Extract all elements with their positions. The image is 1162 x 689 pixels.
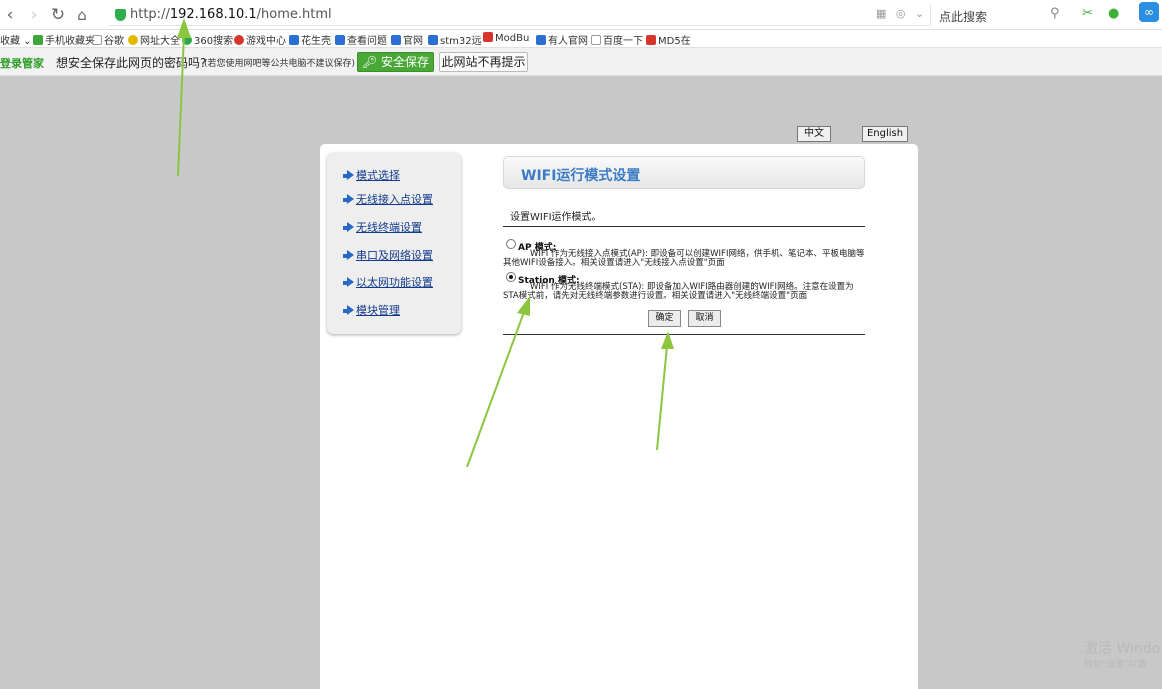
- person-icon: [391, 35, 401, 45]
- password-save-bar: 登录管家 想安全保存此网页的密码吗? (若您使用网吧等公共电脑不建议保存) 🔑︎…: [0, 48, 1162, 76]
- url-text: http://192.168.10.1/home.html: [130, 7, 332, 22]
- password-save-note: (若您使用网吧等公共电脑不建议保存): [204, 59, 356, 69]
- ap-mode-description: WIFI 作为无线接入点模式(AP): 即设备可以创建WIFI网络，供手机、笔记…: [503, 249, 865, 268]
- sidebar-item-sta-settings[interactable]: 无线终端设置: [343, 219, 422, 235]
- station-mode-radio[interactable]: [506, 272, 516, 282]
- bookmark-item[interactable]: stm32远: [428, 32, 482, 47]
- scissors-icon[interactable]: ✂: [1082, 6, 1093, 21]
- page-title-box: WIFI运行模式设置: [503, 156, 865, 189]
- sidebar-menu: 模式选择 无线接入点设置 无线终端设置 串口及网络设置 以太网功能设置 模块管理: [327, 153, 461, 334]
- forward-icon[interactable]: ›: [24, 5, 44, 25]
- sidebar-item-module-mgmt[interactable]: 模块管理: [343, 302, 400, 318]
- sidebar-item-serial-network[interactable]: 串口及网络设置: [343, 247, 433, 263]
- bookmark-item[interactable]: 谷歌: [92, 32, 124, 47]
- bookmark-item[interactable]: 官网: [391, 32, 423, 47]
- search-360-icon: [182, 35, 192, 45]
- page-description: 设置WIFI运作模式。: [510, 212, 602, 223]
- page-icon: [92, 35, 102, 45]
- person-icon: [428, 35, 438, 45]
- never-for-site-button[interactable]: 此网站不再提示: [439, 52, 528, 72]
- address-bar: ‹ › ↻ ⌂ http://192.168.10.1/home.html ▦ …: [0, 0, 1162, 30]
- divider: [503, 334, 865, 335]
- security-shield-icon: [115, 9, 126, 21]
- bookmark-item[interactable]: ModBu: [483, 32, 529, 44]
- ap-mode-radio[interactable]: [506, 239, 516, 249]
- extension-icon[interactable]: ●: [1108, 6, 1119, 21]
- sidebar-item-mode-select[interactable]: 模式选择: [343, 167, 400, 183]
- bookmark-item[interactable]: 游戏中心: [234, 32, 286, 47]
- activation-watermark-hint: 转到"设置"以激: [1084, 660, 1147, 670]
- phone-icon: [33, 35, 43, 45]
- bookmark-item[interactable]: 360搜索: [182, 32, 233, 47]
- site-icon: [128, 35, 138, 45]
- person-icon: [536, 35, 546, 45]
- cancel-button[interactable]: 取消: [688, 310, 721, 327]
- bookmark-item[interactable]: 有人官网: [536, 32, 588, 47]
- url-tools[interactable]: ▦ ◎ ⌄: [876, 7, 927, 20]
- page-title: WIFI运行模式设置: [521, 168, 641, 184]
- password-manager-brand: 登录管家: [0, 57, 44, 70]
- cloud-icon[interactable]: ∞: [1139, 2, 1159, 22]
- url-field[interactable]: http://192.168.10.1/home.html: [108, 4, 930, 26]
- bookmark-item[interactable]: 手机收藏夹: [33, 32, 95, 47]
- lang-en-button[interactable]: English: [862, 126, 908, 142]
- md5-icon: [646, 35, 656, 45]
- bookmark-item[interactable]: 花生壳: [289, 32, 331, 47]
- key-icon: 🔑︎: [361, 55, 382, 69]
- person-icon: [335, 35, 345, 45]
- bookmark-item[interactable]: 收藏 ⌄: [0, 32, 32, 47]
- bookmark-item[interactable]: 查看问题: [335, 32, 387, 47]
- person-icon: [289, 35, 299, 45]
- password-save-question: 想安全保存此网页的密码吗?: [56, 56, 207, 70]
- back-icon[interactable]: ‹: [0, 5, 20, 25]
- divider: [503, 226, 865, 227]
- home-icon[interactable]: ⌂: [72, 5, 92, 25]
- search-input[interactable]: 点此搜索: [939, 8, 987, 25]
- config-panel: 模式选择 无线接入点设置 无线终端设置 串口及网络设置 以太网功能设置 模块管理…: [320, 144, 918, 689]
- sidebar-item-ethernet[interactable]: 以太网功能设置: [343, 274, 433, 290]
- secure-save-button[interactable]: 🔑︎ 安全保存: [357, 52, 434, 72]
- lang-zh-button[interactable]: 中文: [797, 126, 831, 142]
- search-box[interactable]: 点此搜索: [930, 4, 1070, 26]
- sidebar-item-ap-settings[interactable]: 无线接入点设置: [343, 191, 433, 207]
- game-icon: [234, 35, 244, 45]
- bookmark-item[interactable]: MD5在: [646, 32, 691, 47]
- station-mode-description: WIFI 作为无线终端模式(STA): 即设备加入WIFI路由器创建的WIFI网…: [503, 282, 854, 301]
- c-icon: [483, 32, 493, 42]
- search-icon[interactable]: ⚲: [1050, 6, 1060, 21]
- bookmark-item[interactable]: 网址大全: [128, 32, 180, 47]
- refresh-icon[interactable]: ↻: [48, 5, 68, 25]
- activation-watermark-title: 激活 Windo: [1084, 641, 1161, 657]
- bookmark-item[interactable]: 百度一下: [591, 32, 643, 47]
- confirm-button[interactable]: 确定: [648, 310, 681, 327]
- page-icon: [591, 35, 601, 45]
- bookmarks-bar: 收藏 ⌄ 手机收藏夹 谷歌 网址大全 360搜索 游戏中心 花生壳 查看问题 官…: [0, 30, 1162, 48]
